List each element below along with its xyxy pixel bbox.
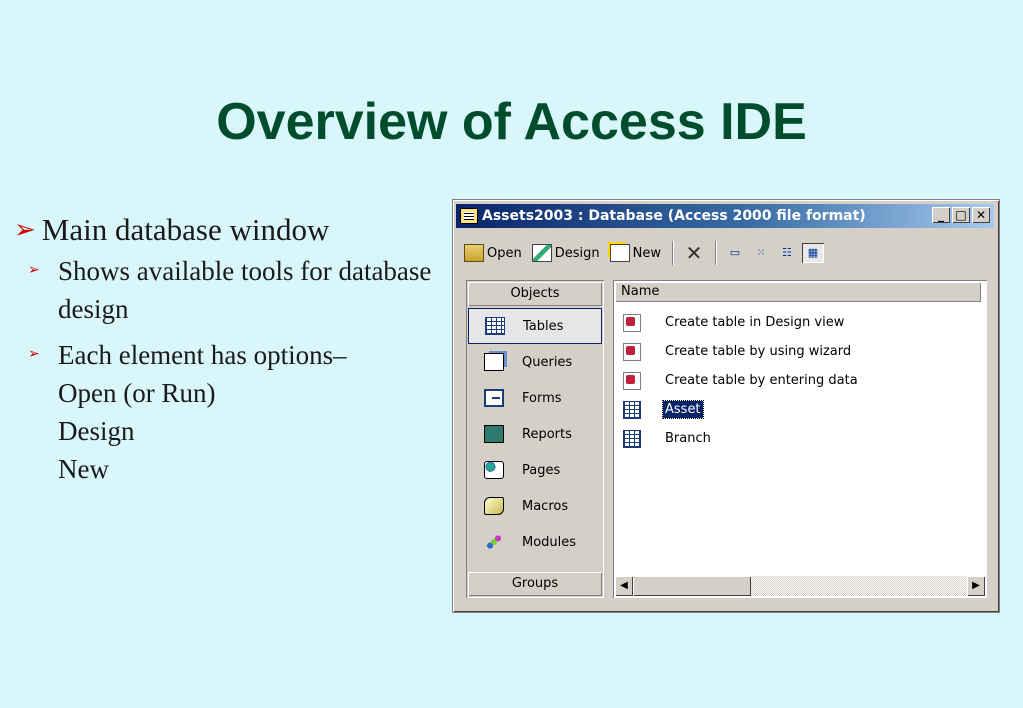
horizontal-scrollbar[interactable]: ◀ ▶ [615,576,985,596]
sub-bullet: ➢ Shows available tools for database des… [28,252,434,328]
objects-item-tables[interactable]: Tables [468,308,602,344]
objects-item-label: Reports [522,426,572,442]
objects-item-label: Forms [522,390,562,406]
details-view-icon: ▦ [807,246,819,259]
macro-icon [484,497,504,515]
delete-icon: ✕ [685,241,703,265]
list-item[interactable]: Asset [623,395,860,424]
arrow-right-icon: ▶ [972,580,980,591]
objects-item-label: Queries [522,354,573,370]
minimize-button[interactable]: _ [932,207,950,223]
database-window: Assets2003 : Database (Access 2000 file … [452,199,1000,613]
module-icon [484,533,504,551]
toolbar: Open Design New ✕ ▭ ⁙ ☷ ▦ [461,238,824,268]
option-new: New [58,454,109,484]
table-icon [623,429,641,448]
list-view-icon: ☷ [782,246,792,259]
objects-item-modules[interactable]: Modules [468,524,602,560]
form-icon [484,389,504,407]
scroll-right-button[interactable]: ▶ [967,576,985,596]
chevron-bullet-icon: ➢ [28,263,40,278]
toolbar-separator [714,241,716,265]
list-item-label: Asset [662,400,704,419]
column-header-name[interactable]: Name [615,282,981,302]
window-title: Assets2003 : Database (Access 2000 file … [482,208,866,224]
list-item[interactable]: Create table by using wizard [623,337,860,366]
sub-bullet: ➢ Each element has options– Open (or Run… [28,336,434,488]
bullet-list: ➢ Main database window ➢ Shows available… [14,212,434,488]
objects-item-macros[interactable]: Macros [468,488,602,524]
list-item[interactable]: Create table in Design view [623,308,860,337]
window-titlebar[interactable]: Assets2003 : Database (Access 2000 file … [456,204,994,228]
page-icon [484,461,504,479]
arrow-left-icon: ◀ [620,580,628,591]
list-item[interactable]: Branch [623,424,860,453]
new-button[interactable]: New [607,242,664,264]
objects-list: Tables Queries Forms Reports Pages Macro… [468,308,602,560]
objects-bar: Objects Tables Queries Forms Reports Pag… [466,280,604,598]
small-icons-button[interactable]: ⁙ [750,243,772,263]
details-view-button[interactable]: ▦ [801,243,824,263]
arrow-bullet-icon: ➢ [14,215,36,244]
list-view-button[interactable]: ☷ [776,243,798,263]
objects-header[interactable]: Objects [468,282,602,306]
objects-item-forms[interactable]: Forms [468,380,602,416]
objects-item-label: Pages [522,462,561,478]
window-controls: _ □ ✕ [932,207,990,223]
object-rows: Create table in Design view Create table… [623,308,860,453]
list-item-label: Create table by entering data [665,373,858,388]
large-icons-icon: ▭ [729,246,741,259]
list-item-label: Branch [665,431,711,446]
objects-item-label: Modules [522,534,577,550]
objects-item-reports[interactable]: Reports [468,416,602,452]
maximize-button[interactable]: □ [952,207,970,223]
bullet-main-text: Main database window [41,212,330,247]
design-label: Design [554,245,600,261]
objects-item-queries[interactable]: Queries [468,344,602,380]
toolbar-separator [671,241,673,265]
query-icon [484,353,504,371]
sub-bullet-text: Shows available tools for database desig… [58,256,432,324]
objects-item-label: Macros [522,498,569,514]
small-icons-icon: ⁙ [756,246,766,259]
option-design: Design [58,416,135,446]
design-icon [531,244,552,262]
object-list-pane: Name Create table in Design view Create … [613,280,987,598]
open-label: Open [487,245,522,261]
close-button[interactable]: ✕ [972,207,990,223]
table-icon [485,317,505,335]
design-button[interactable]: Design [529,242,603,264]
wizard-shortcut-icon [623,313,641,332]
objects-item-pages[interactable]: Pages [468,452,602,488]
groups-header[interactable]: Groups [468,572,602,596]
delete-button[interactable]: ✕ [681,242,707,264]
scroll-track[interactable] [633,576,967,596]
list-item-label: Create table in Design view [665,315,845,330]
list-item[interactable]: Create table by entering data [623,366,860,395]
wizard-shortcut-icon [623,342,641,361]
wizard-shortcut-icon [623,371,641,390]
report-icon [484,425,504,443]
large-icons-button[interactable]: ▭ [724,243,746,263]
open-button[interactable]: Open [461,242,525,264]
sub-bullet-text: Each element has options– [58,340,347,370]
list-item-label: Create table by using wizard [665,344,852,359]
scroll-thumb[interactable] [633,576,751,596]
chevron-bullet-icon: ➢ [28,347,40,362]
new-icon [609,244,630,262]
new-label: New [632,245,661,261]
objects-item-label: Tables [523,318,564,334]
database-icon [460,208,478,224]
option-open: Open (or Run) [58,378,216,408]
scroll-left-button[interactable]: ◀ [615,576,633,596]
slide-title: Overview of Access IDE [216,93,807,151]
bullet-main: ➢ Main database window [14,212,434,248]
table-icon [623,400,641,419]
open-icon [464,244,484,262]
